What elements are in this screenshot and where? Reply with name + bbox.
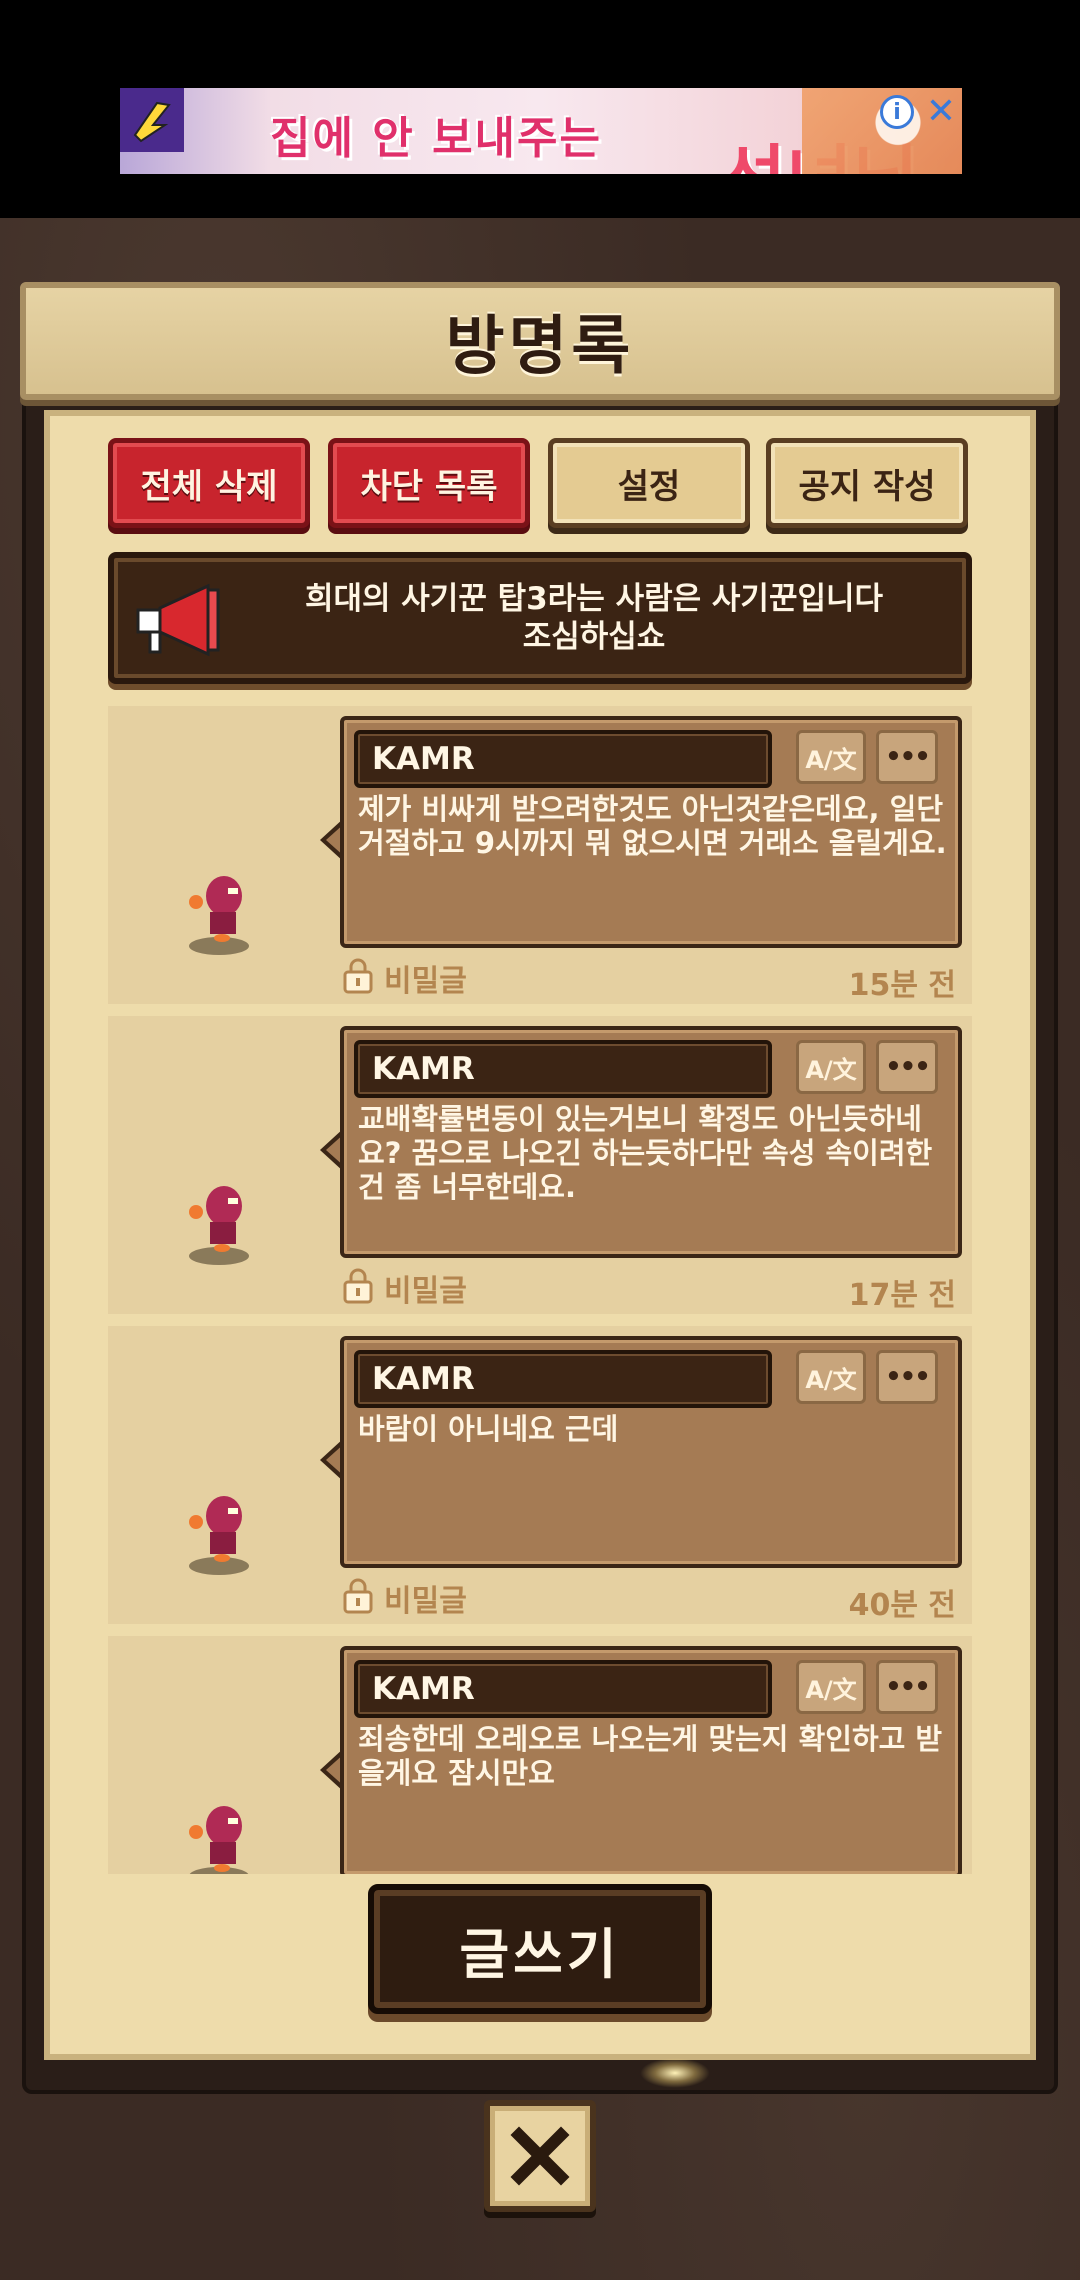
close-button[interactable] [484, 2100, 596, 2212]
timestamp: 15분 전 [848, 968, 956, 1003]
lock-icon [343, 1268, 373, 1304]
translate-button[interactable]: A/文 [796, 730, 866, 784]
timestamp: 17분 전 [848, 1278, 956, 1313]
translate-button[interactable]: A/文 [796, 1040, 866, 1094]
message-bubble: KAMR A/文 ••• 교배확률변동이 있는거보니 확정도 아닌듯하네요? 꿈… [340, 1026, 962, 1258]
close-icon [510, 2126, 570, 2186]
title-plate: 방명록 [20, 282, 1060, 400]
message-text: 교배확률변동이 있는거보니 확정도 아닌듯하네요? 꿈으로 나오긴 하는듯하다만… [358, 1102, 933, 1204]
translate-button[interactable]: A/文 [796, 1660, 866, 1714]
close-icon[interactable]: ✕ [922, 91, 960, 132]
lock-icon [343, 1578, 373, 1614]
message-bubble: KAMR A/文 ••• 제가 비싸게 받으려한것도 아닌것같은데요, 일단 거… [340, 716, 962, 948]
notice-line-1: 희대의 사기꾼 탑3라는 사람은 사기꾼입니다 [304, 581, 884, 617]
avatar [189, 1806, 249, 1874]
ad-headline: 집에 안 보내주는 [270, 113, 602, 164]
message-text: 제가 비싸게 받으려한것도 아닌것같은데요, 일단 거절하고 9시까지 뭐 없으… [358, 792, 947, 860]
avatar [189, 1496, 249, 1575]
more-button[interactable]: ••• [876, 730, 938, 784]
secret-label: 비밀글 [384, 1584, 467, 1619]
delete-all-button[interactable]: 전체 삭제 [108, 438, 310, 528]
lock-icon [343, 958, 373, 994]
author-name[interactable]: KAMR [354, 1350, 772, 1408]
write-notice-button[interactable]: 공지 작성 [766, 438, 968, 528]
notice-line-2: 조심하십쇼 [522, 619, 666, 655]
guestbook-list[interactable]: KAMR A/文 ••• 제가 비싸게 받으려한것도 아닌것같은데요, 일단 거… [108, 706, 972, 1874]
notice-box: 희대의 사기꾼 탑3라는 사람은 사기꾼입니다 조심하십쇼 [108, 552, 972, 684]
message-bubble: KAMR A/文 ••• 죄송한데 오레오로 나오는게 맞는지 확인하고 받을게… [340, 1646, 962, 1874]
more-button[interactable]: ••• [876, 1660, 938, 1714]
author-name[interactable]: KAMR [354, 1660, 772, 1718]
message-text: 죄송한데 오레오로 나오는게 맞는지 확인하고 받을게요 잠시만요 [358, 1722, 943, 1790]
list-item: KAMR A/文 ••• 교배확률변동이 있는거보니 확정도 아닌듯하네요? 꿈… [108, 1016, 972, 1314]
ad-logo-icon [120, 88, 184, 152]
ad-banner[interactable]: 집에 안 보내주는 선녀님 [120, 88, 962, 174]
megaphone-icon [136, 583, 220, 657]
notice-text: 희대의 사기꾼 탑3라는 사람은 사기꾼입니다 조심하십쇼 [244, 580, 944, 656]
secret-label: 비밀글 [384, 964, 467, 999]
list-item: KAMR A/文 ••• 죄송한데 오레오로 나오는게 맞는지 확인하고 받을게… [108, 1636, 972, 1874]
message-text: 바람이 아니네요 근데 [358, 1412, 619, 1446]
timestamp: 40분 전 [848, 1588, 956, 1623]
list-item: KAMR A/文 ••• 바람이 아니네요 근데 비밀글 40분 전 [108, 1326, 972, 1624]
block-list-button[interactable]: 차단 목록 [328, 438, 530, 528]
secret-label: 비밀글 [384, 1274, 467, 1309]
message-bubble: KAMR A/文 ••• 바람이 아니네요 근데 [340, 1336, 962, 1568]
more-button[interactable]: ••• [876, 1040, 938, 1094]
write-button[interactable]: 글쓰기 [368, 1884, 712, 2014]
list-item: KAMR A/文 ••• 제가 비싸게 받으려한것도 아닌것같은데요, 일단 거… [108, 706, 972, 1004]
info-icon[interactable]: i [880, 95, 914, 129]
ad-area: 집에 안 보내주는 선녀님 i ✕ [0, 0, 1080, 218]
settings-button[interactable]: 설정 [548, 438, 750, 528]
avatar [189, 1186, 249, 1265]
translate-button[interactable]: A/文 [796, 1350, 866, 1404]
glow-effect [640, 2058, 710, 2088]
author-name[interactable]: KAMR [354, 730, 772, 788]
more-button[interactable]: ••• [876, 1350, 938, 1404]
avatar [189, 876, 249, 955]
page-title: 방명록 [445, 310, 635, 384]
author-name[interactable]: KAMR [354, 1040, 772, 1098]
